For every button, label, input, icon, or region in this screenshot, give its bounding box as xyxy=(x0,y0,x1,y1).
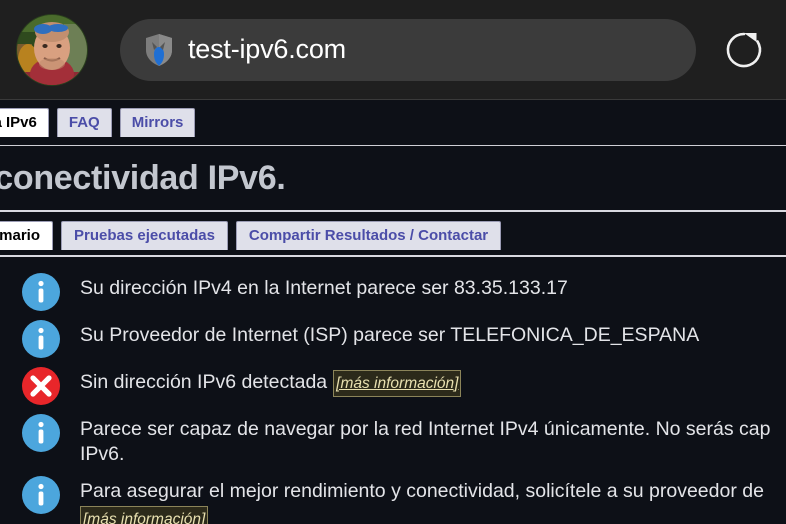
result-text: Parece ser capaz de navegar por la red I… xyxy=(80,411,770,467)
sub-nav-tab-pruebas-ejecutadas[interactable]: Pruebas ejecutadas xyxy=(61,221,228,250)
result-text: Para asegurar el mejor rendimiento y con… xyxy=(80,473,764,524)
info-icon xyxy=(22,273,60,311)
reload-icon[interactable] xyxy=(723,29,765,71)
more-info-link[interactable]: [más información] xyxy=(333,370,462,397)
top-nav-tab-prueba-ipv6[interactable]: eba IPv6 xyxy=(0,108,49,137)
error-icon xyxy=(22,367,60,405)
info-icon xyxy=(22,476,60,514)
url-text[interactable]: test-ipv6.com xyxy=(188,34,346,65)
result-row: Sin dirección IPv6 detectada [más informa… xyxy=(0,361,786,408)
avatar[interactable] xyxy=(16,13,88,86)
headline-band: obar tu conectividad IPv6. xyxy=(0,146,786,212)
result-text: Su dirección IPv4 en la Internet parece … xyxy=(80,277,568,299)
info-icon xyxy=(22,320,60,358)
site-top-nav: eba IPv6 FAQ Mirrors xyxy=(0,101,786,146)
sub-nav-tab-sumario[interactable]: Sumario xyxy=(0,221,54,250)
result-text: Su Proveedor de Internet (ISP) parece se… xyxy=(80,324,700,346)
page-content: eba IPv6 FAQ Mirrors obar tu conectivida… xyxy=(0,101,786,524)
page-title: obar tu conectividad IPv6. xyxy=(0,158,286,197)
result-text-line-2: IPv6. xyxy=(80,443,125,465)
result-row: Parece ser capaz de navegar por la red I… xyxy=(0,408,786,470)
result-text-body: Sin dirección IPv6 detectada xyxy=(80,371,328,393)
top-nav-tab-list: eba IPv6 FAQ Mirrors xyxy=(0,108,786,137)
url-bar[interactable]: test-ipv6.com xyxy=(120,18,696,81)
sub-nav-tab-compartir-resultados[interactable]: Compartir Resultados / Contactar xyxy=(235,221,502,250)
info-icon xyxy=(22,414,60,452)
result-row: Su dirección IPv4 en la Internet parece … xyxy=(0,267,786,314)
result-text: Sin dirección IPv6 detectada [más informa… xyxy=(80,364,462,397)
browser-toolbar: test-ipv6.com xyxy=(0,0,786,100)
top-nav-tab-mirrors[interactable]: Mirrors xyxy=(119,108,196,137)
site-sub-nav: Sumario Pruebas ejecutadas Compartir Res… xyxy=(0,212,786,257)
top-nav-tab-faq[interactable]: FAQ xyxy=(56,108,112,137)
result-row: Su Proveedor de Internet (ISP) parece se… xyxy=(0,314,786,361)
brave-shield-icon[interactable] xyxy=(144,33,174,67)
reload-button[interactable] xyxy=(718,24,770,76)
results-list: Su dirección IPv4 en la Internet parece … xyxy=(0,257,786,524)
sub-nav-tab-list: Sumario Pruebas ejecutadas Compartir Res… xyxy=(0,221,786,250)
result-text-line-1: Parece ser capaz de navegar por la red I… xyxy=(80,418,771,440)
result-row: Para asegurar el mejor rendimiento y con… xyxy=(0,470,786,524)
more-info-link[interactable]: [más información] xyxy=(80,506,209,524)
result-text-line-1: Para asegurar el mejor rendimiento y con… xyxy=(80,480,764,502)
user-avatar-icon xyxy=(17,14,87,85)
